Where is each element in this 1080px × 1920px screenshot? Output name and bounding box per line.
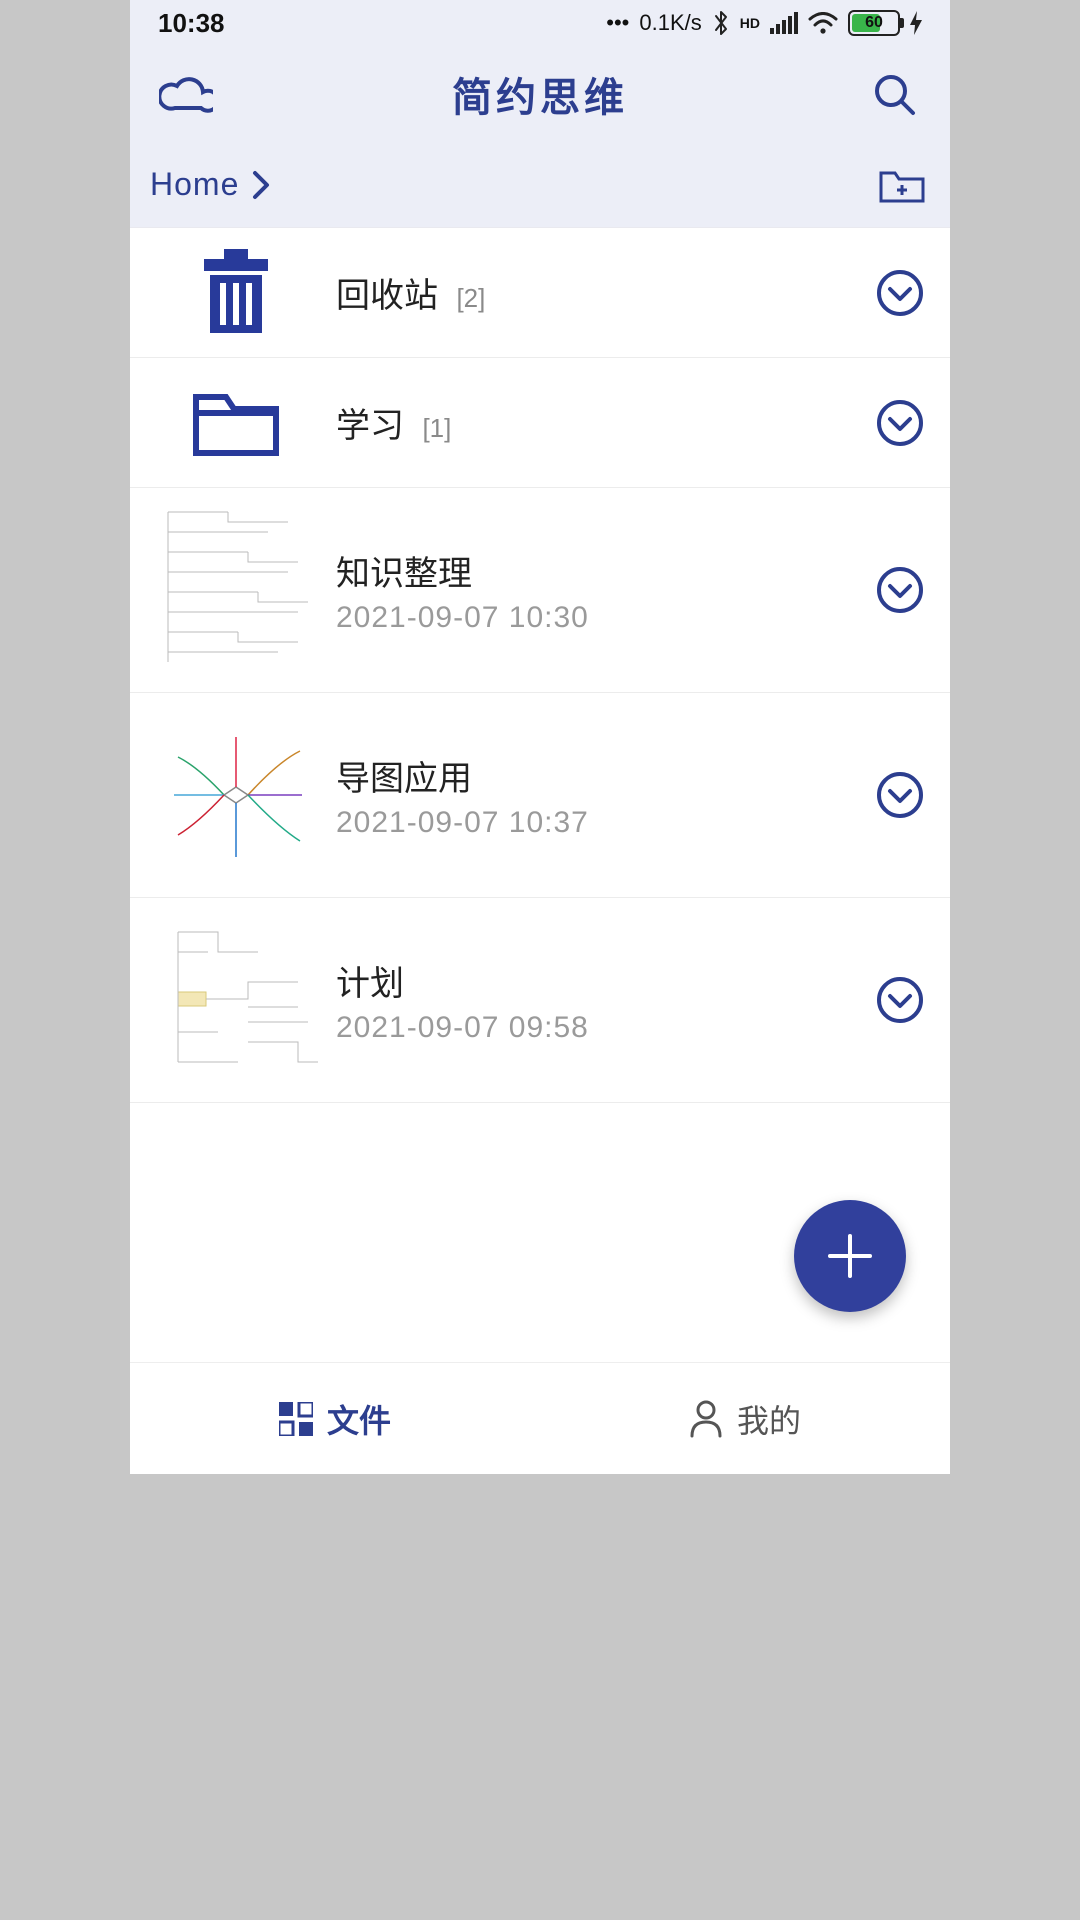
tab-bar: 文件 我的 <box>130 1362 950 1474</box>
chevron-down-circle-icon <box>876 976 924 1024</box>
app-title: 简约思维 <box>214 65 866 123</box>
chevron-down-circle-icon <box>876 771 924 819</box>
tab-files-label: 文件 <box>327 1396 391 1442</box>
item-actions-button[interactable] <box>872 395 928 451</box>
battery-indicator: 60 <box>848 10 900 36</box>
item-name: 回收站 <box>336 277 438 315</box>
list-item-mindmap[interactable]: 计划 2021-09-07 09:58 <box>130 898 950 1103</box>
list-item-mindmap[interactable]: 导图应用 2021-09-07 10:37 <box>130 693 950 898</box>
breadcrumb-root: Home <box>150 166 239 203</box>
wifi-icon <box>808 12 838 34</box>
item-count: [2] <box>456 283 485 313</box>
status-hd: HD <box>740 15 760 31</box>
list-item-trash[interactable]: 回收站 [2] <box>130 228 950 358</box>
chevron-down-circle-icon <box>876 399 924 447</box>
new-folder-button[interactable] <box>874 157 930 213</box>
status-net-speed: 0.1K/s <box>639 10 701 36</box>
item-date: 2021-09-07 10:37 <box>336 806 872 840</box>
cloud-button[interactable] <box>158 66 214 122</box>
status-dots: ••• <box>606 10 629 36</box>
status-right: ••• 0.1K/s HD 60 <box>606 9 922 37</box>
chevron-down-circle-icon <box>876 566 924 614</box>
item-date: 2021-09-07 10:30 <box>336 601 872 635</box>
tab-mine-label: 我的 <box>737 1396 801 1442</box>
plus-icon <box>824 1230 876 1282</box>
mindmap-thumbnail <box>148 912 324 1088</box>
status-bar: 10:38 ••• 0.1K/s HD <box>130 0 950 46</box>
item-name: 学习 <box>336 407 404 445</box>
grid-icon <box>279 1402 313 1436</box>
battery-percent: 60 <box>850 12 898 34</box>
cloud-icon <box>159 74 213 114</box>
folder-icon <box>192 387 280 459</box>
bluetooth-icon <box>712 9 730 37</box>
item-actions-button[interactable] <box>872 562 928 618</box>
list-item-folder[interactable]: 学习 [1] <box>130 358 950 488</box>
trash-icon <box>198 249 274 337</box>
search-button[interactable] <box>866 66 922 122</box>
tab-mine[interactable]: 我的 <box>540 1363 950 1474</box>
person-icon <box>689 1400 723 1438</box>
new-folder-icon <box>879 167 925 203</box>
item-name: 计划 <box>336 956 872 1005</box>
file-list: 回收站 [2] 学习 [1] <box>130 228 950 1103</box>
item-actions-button[interactable] <box>872 767 928 823</box>
status-time: 10:38 <box>158 8 225 39</box>
item-actions-button[interactable] <box>872 265 928 321</box>
item-actions-button[interactable] <box>872 972 928 1028</box>
app-header: 简约思维 <box>130 46 950 142</box>
chevron-down-circle-icon <box>876 269 924 317</box>
signal-icon <box>770 12 798 34</box>
app-screen: 10:38 ••• 0.1K/s HD <box>130 0 950 1474</box>
breadcrumb-row: Home <box>130 142 950 228</box>
mindmap-thumbnail <box>148 707 324 883</box>
charging-icon <box>910 11 922 35</box>
breadcrumb[interactable]: Home <box>150 166 271 203</box>
mindmap-thumbnail <box>148 502 324 678</box>
create-fab[interactable] <box>794 1200 906 1312</box>
tab-files[interactable]: 文件 <box>130 1363 540 1474</box>
list-item-mindmap[interactable]: 知识整理 2021-09-07 10:30 <box>130 488 950 693</box>
search-icon <box>872 72 916 116</box>
item-count: [1] <box>422 413 451 443</box>
item-date: 2021-09-07 09:58 <box>336 1011 872 1045</box>
item-name: 知识整理 <box>336 546 872 595</box>
item-name: 导图应用 <box>336 751 872 800</box>
chevron-right-icon <box>251 170 271 200</box>
